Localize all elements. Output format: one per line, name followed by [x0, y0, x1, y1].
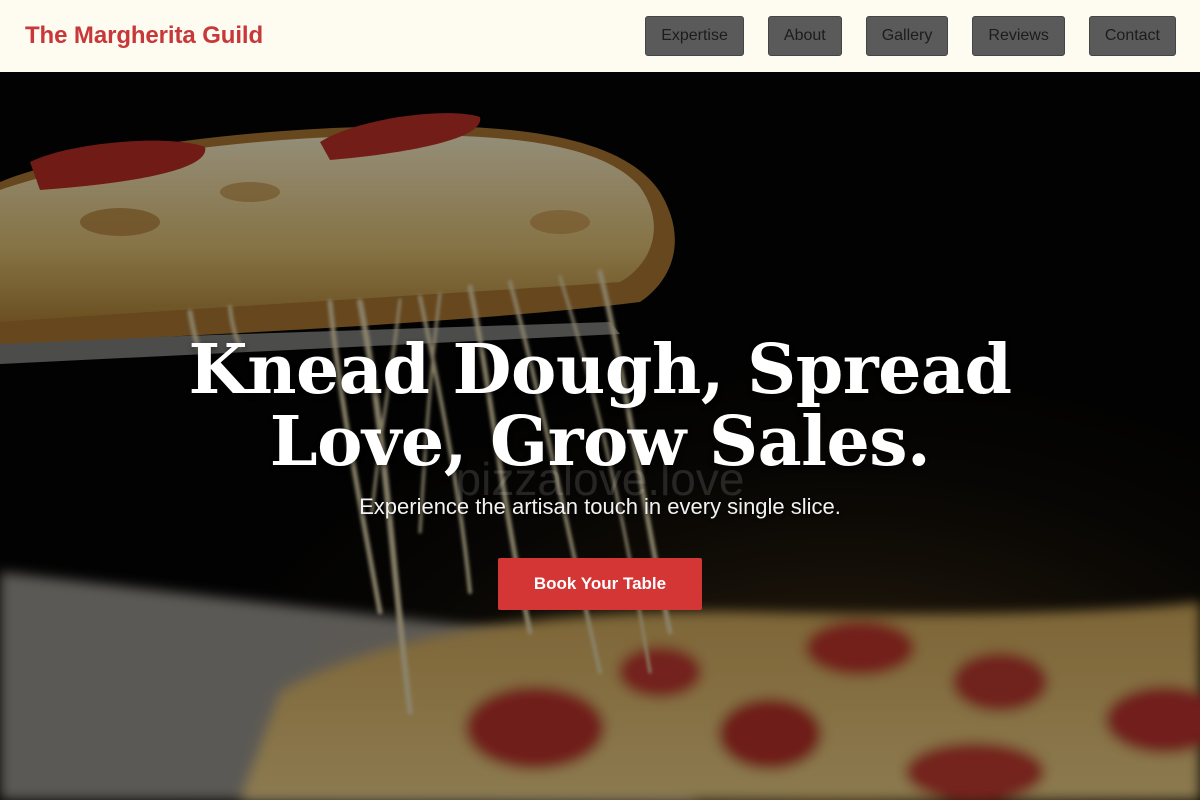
hero-headline: Knead Dough, Spread Love, Grow Sales.: [150, 334, 1050, 478]
book-table-button[interactable]: Book Your Table: [498, 558, 702, 610]
nav-button-reviews[interactable]: Reviews: [972, 16, 1065, 56]
nav-button-about[interactable]: About: [767, 16, 842, 56]
nav-button-expertise[interactable]: Expertise: [645, 16, 744, 56]
nav-button-gallery[interactable]: Gallery: [865, 16, 949, 56]
main-nav: Expertise About Gallery Reviews Contact: [645, 16, 1176, 56]
brand-logo-text[interactable]: The Margherita Guild: [25, 22, 263, 50]
nav-button-contact[interactable]: Contact: [1088, 16, 1176, 56]
site-header: The Margherita Guild Expertise About Gal…: [0, 0, 1200, 72]
hero-section: pizzalove.love Knead Dough, Spread Love,…: [0, 72, 1200, 800]
hero-subtitle: Experience the artisan touch in every si…: [359, 494, 841, 519]
hero-headline-line-2: Love, Grow Sales.: [269, 402, 931, 482]
hero-headline-line-1: Knead Dough, Spread: [188, 330, 1012, 410]
